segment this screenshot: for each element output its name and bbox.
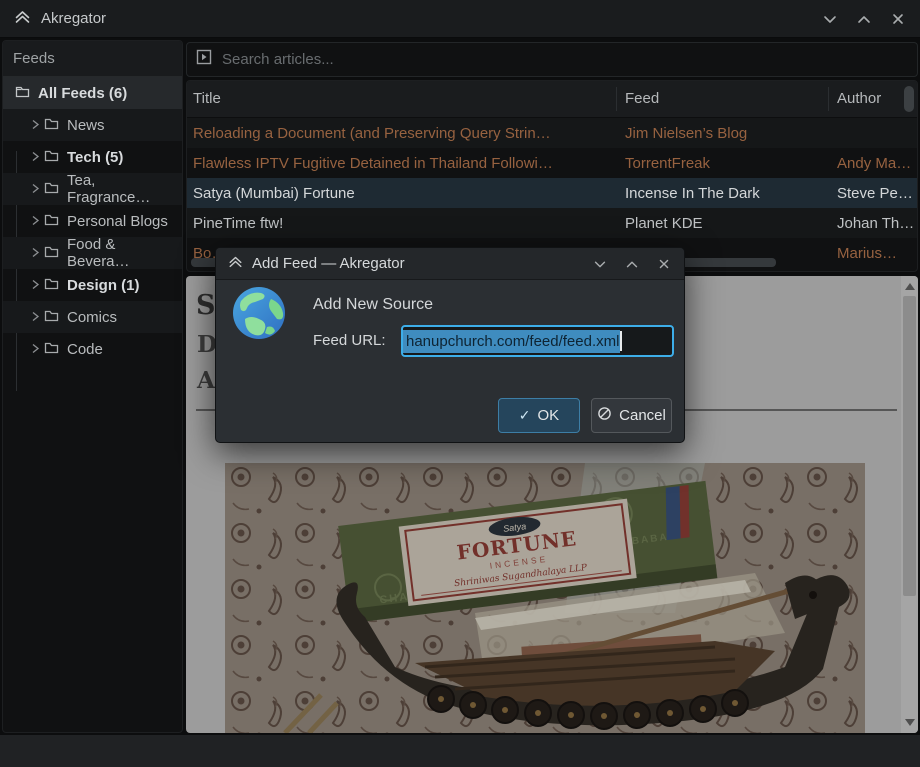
cancel-button-label: Cancel <box>619 407 666 424</box>
feeds-panel-title: Feeds <box>3 41 182 77</box>
table-row[interactable]: PineTime ftw! Planet KDE Johan Th… <box>187 208 917 238</box>
dialog-titlebar: Add Feed — Akregator <box>216 248 684 280</box>
article-date-fragment: D <box>197 331 217 358</box>
sidebar-item-code[interactable]: Code <box>3 333 182 365</box>
article-author: Johan Th… <box>829 215 917 232</box>
content-vertical-scrollbar[interactable] <box>901 276 918 733</box>
article-title: PineTime ftw! <box>187 215 617 232</box>
dialog-maximize-icon[interactable] <box>622 254 642 274</box>
folder-icon <box>44 277 59 294</box>
globe-icon <box>231 285 287 346</box>
dialog-minimize-icon[interactable] <box>590 254 610 274</box>
article-list: Title Feed Author Reloading a Document (… <box>186 80 918 272</box>
article-feed: Jim Nielsen’s Blog <box>617 125 829 142</box>
sidebar-item-label: News <box>67 117 105 134</box>
scroll-up-icon[interactable] <box>905 283 915 290</box>
maximize-icon[interactable] <box>854 9 874 29</box>
dialog-title: Add Feed — Akregator <box>252 255 405 272</box>
article-title: Satya (Mumbai) Fortune <box>187 185 617 202</box>
article-author-fragment: A <box>197 367 215 394</box>
article-author: Marius… <box>829 245 917 262</box>
table-row[interactable]: Flawless IPTV Fugitive Detained in Thail… <box>187 148 917 178</box>
sidebar-item-label: Design (1) <box>67 277 140 294</box>
article-list-header: Title Feed Author <box>187 81 917 118</box>
sidebar-item-label: All Feeds (6) <box>38 85 127 102</box>
search-filter-icon[interactable] <box>196 49 212 70</box>
column-header-feed[interactable]: Feed <box>617 87 829 111</box>
sidebar-item-label: Food & Bevera… <box>67 236 182 270</box>
table-row-selected[interactable]: Satya (Mumbai) Fortune Incense In The Da… <box>187 178 917 208</box>
article-photo-incense-boat: CHAMPA SAIBABA Satya FORTUNE INCENSE Shr… <box>225 463 865 733</box>
feed-url-value: hanupchurch.com/feed/feed.xml <box>403 330 620 353</box>
sidebar-item-design[interactable]: Design (1) <box>3 269 182 301</box>
sidebar-item-news[interactable]: News <box>3 109 182 141</box>
text-caret <box>620 331 622 351</box>
akregator-app-icon <box>14 8 31 30</box>
folder-icon <box>44 117 59 134</box>
article-title: Flawless IPTV Fugitive Detained in Thail… <box>187 155 617 172</box>
ok-button-label: OK <box>538 407 560 424</box>
feed-url-label: Feed URL: <box>313 332 386 349</box>
window-title: Akregator <box>41 10 106 27</box>
minimize-icon[interactable] <box>820 9 840 29</box>
search-placeholder: Search articles... <box>222 51 334 68</box>
sidebar-item-tea-fragrance[interactable]: Tea, Fragrance… <box>3 173 182 205</box>
sidebar-item-label: Comics <box>67 309 117 326</box>
check-icon: ✓ <box>519 407 531 424</box>
article-feed: Incense In The Dark <box>617 185 829 202</box>
folder-icon <box>44 213 59 230</box>
sidebar-item-comics[interactable]: Comics <box>3 301 182 333</box>
sidebar-item-tech[interactable]: Tech (5) <box>3 141 182 173</box>
sidebar-item-label: Code <box>67 341 103 358</box>
sidebar-item-all-feeds[interactable]: All Feeds (6) <box>3 77 182 109</box>
folder-icon <box>44 149 59 166</box>
chevron-right-icon[interactable] <box>31 213 40 230</box>
sidebar-item-label: Tea, Fragrance… <box>67 172 182 206</box>
chevron-right-icon[interactable] <box>31 309 40 326</box>
sidebar-item-label: Tech (5) <box>67 149 123 166</box>
sidebar-item-label: Personal Blogs <box>67 213 168 230</box>
chevron-right-icon[interactable] <box>31 341 40 358</box>
search-input[interactable]: Search articles... <box>186 42 918 77</box>
column-header-title[interactable]: Title <box>187 87 617 111</box>
sidebar-item-personal-blogs[interactable]: Personal Blogs <box>3 205 182 237</box>
scroll-down-icon[interactable] <box>905 719 915 726</box>
chevron-right-icon[interactable] <box>31 181 40 198</box>
feed-url-input[interactable]: hanupchurch.com/feed/feed.xml <box>401 325 674 357</box>
table-row[interactable]: Reloading a Document (and Preserving Que… <box>187 118 917 148</box>
cancel-icon <box>597 406 612 425</box>
folder-icon <box>44 341 59 358</box>
cancel-button[interactable]: Cancel <box>591 398 672 433</box>
content-scrollbar-thumb[interactable] <box>903 296 916 596</box>
list-vertical-scrollbar[interactable] <box>904 86 914 112</box>
feeds-sidebar: Feeds All Feeds (6) News Tech (5) Tea, <box>2 40 183 733</box>
article-author: Andy Ma… <box>829 155 917 172</box>
window-titlebar: Akregator <box>0 0 920 38</box>
ok-button[interactable]: ✓ OK <box>498 398 580 433</box>
article-title: Reloading a Document (and Preserving Que… <box>187 125 617 142</box>
close-icon[interactable] <box>888 9 908 29</box>
article-feed: TorrentFreak <box>617 155 829 172</box>
chevron-right-icon[interactable] <box>31 117 40 134</box>
akregator-window: Akregator Feeds All Feeds (6) <box>0 0 920 767</box>
folder-icon <box>44 245 59 262</box>
akregator-app-icon <box>228 254 243 274</box>
folder-icon <box>44 181 59 198</box>
status-bar <box>0 735 920 767</box>
chevron-right-icon[interactable] <box>31 149 40 166</box>
chevron-right-icon[interactable] <box>31 277 40 294</box>
dialog-close-icon[interactable] <box>654 254 674 274</box>
dialog-heading: Add New Source <box>313 296 433 314</box>
article-author: Steve Pe… <box>829 185 917 202</box>
chevron-right-icon[interactable] <box>31 245 40 262</box>
add-feed-dialog: Add Feed — Akregator <box>215 247 685 443</box>
folder-icon <box>15 85 30 102</box>
dialog-body: Add New Source Feed URL: hanupchurch.com… <box>216 280 684 443</box>
article-feed: Planet KDE <box>617 215 829 232</box>
sidebar-item-food-beverage[interactable]: Food & Bevera… <box>3 237 182 269</box>
folder-icon <box>44 309 59 326</box>
